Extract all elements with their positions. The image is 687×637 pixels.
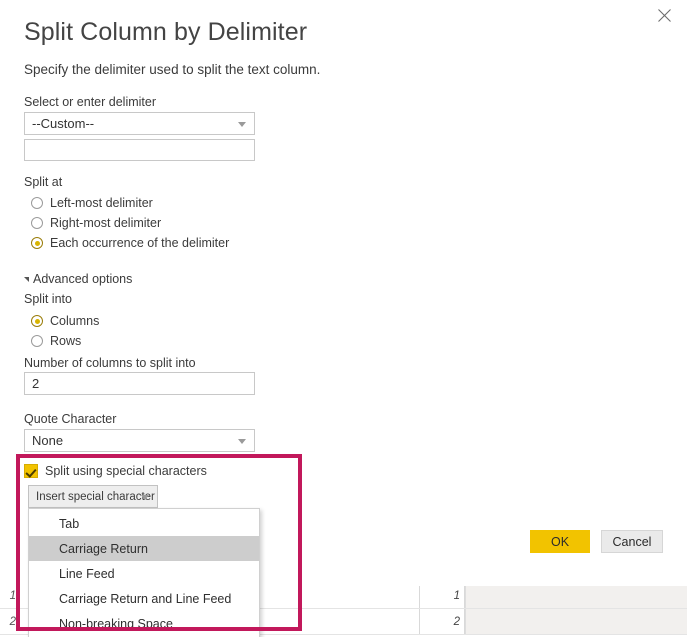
- menu-item-tab[interactable]: Tab: [29, 511, 259, 536]
- row-number: 1: [9, 590, 16, 602]
- split-at-label: Split at: [24, 175, 63, 189]
- radio-label: Left-most delimiter: [50, 196, 153, 210]
- chevron-down-icon: [238, 121, 246, 127]
- triangle-collapse-icon: [24, 276, 29, 282]
- grid-cell-value: 2: [420, 609, 465, 634]
- close-button[interactable]: [642, 0, 687, 30]
- split-into-label: Split into: [24, 292, 72, 306]
- radio-icon-selected: [31, 237, 43, 249]
- radio-label: Right-most delimiter: [50, 216, 162, 230]
- radio-right-most-delimiter[interactable]: Right-most delimiter: [31, 214, 161, 232]
- menu-item-carriage-return-and-line-feed[interactable]: Carriage Return and Line Feed: [29, 586, 259, 611]
- grid-cell-tail: [465, 609, 687, 634]
- radio-left-most-delimiter[interactable]: Left-most delimiter: [31, 194, 153, 212]
- special-character-menu: Tab Carriage Return Line Feed Carriage R…: [28, 508, 260, 637]
- radio-label: Each occurrence of the delimiter: [50, 236, 230, 250]
- dialog-subtitle: Specify the delimiter used to split the …: [24, 62, 321, 77]
- close-icon: [658, 8, 671, 22]
- split-column-dialog: Split Column by Delimiter Specify the de…: [0, 0, 687, 637]
- advanced-options-toggle[interactable]: Advanced options: [24, 272, 132, 286]
- radio-icon-selected: [31, 315, 43, 327]
- insert-special-character-button[interactable]: Insert special character: [28, 485, 158, 508]
- checkbox-label: Split using special characters: [45, 464, 207, 478]
- quote-character-select[interactable]: None: [24, 429, 255, 452]
- advanced-options-label: Advanced options: [33, 272, 133, 286]
- quote-character-value: None: [32, 433, 64, 448]
- radio-label: Rows: [50, 334, 82, 348]
- radio-split-into-columns[interactable]: Columns: [31, 312, 99, 330]
- screenshot-root: 1 1 2 2 Split Column by Delimiter Specif…: [0, 0, 687, 637]
- number-of-columns-input[interactable]: 2: [24, 372, 255, 395]
- cancel-button-label: Cancel: [612, 534, 652, 549]
- number-of-columns-value: 2: [32, 376, 40, 391]
- delimiter-select[interactable]: --Custom--: [24, 112, 255, 135]
- cancel-button[interactable]: Cancel: [601, 530, 663, 553]
- menu-item-carriage-return[interactable]: Carriage Return: [29, 536, 259, 561]
- insert-special-character-label: Insert special character: [36, 490, 155, 503]
- radio-label: Columns: [50, 314, 100, 328]
- menu-item-non-breaking-space[interactable]: Non-breaking Space: [29, 611, 259, 636]
- radio-icon: [31, 217, 43, 229]
- radio-icon: [31, 335, 43, 347]
- delimiter-select-value: --Custom--: [32, 116, 95, 131]
- chevron-down-icon: [141, 494, 149, 500]
- ok-button[interactable]: OK: [530, 530, 590, 553]
- row-number: 2: [9, 616, 16, 628]
- number-of-columns-label: Number of columns to split into: [24, 356, 196, 370]
- chevron-down-icon: [238, 438, 246, 444]
- radio-each-occurrence[interactable]: Each occurrence of the delimiter: [31, 234, 229, 252]
- ok-button-label: OK: [550, 534, 570, 549]
- delimiter-label: Select or enter delimiter: [24, 95, 157, 109]
- split-special-characters-checkbox[interactable]: Split using special characters: [24, 464, 207, 478]
- radio-split-into-rows[interactable]: Rows: [31, 332, 81, 350]
- menu-item-line-feed[interactable]: Line Feed: [29, 561, 259, 586]
- page-title: Split Column by Delimiter: [24, 18, 308, 46]
- grid-cell-value: 1: [420, 583, 465, 608]
- checkbox-checked-icon: [24, 464, 38, 478]
- grid-cell-tail: [465, 583, 687, 608]
- quote-character-label: Quote Character: [24, 412, 117, 426]
- radio-icon: [31, 197, 43, 209]
- custom-delimiter-input[interactable]: [24, 139, 255, 161]
